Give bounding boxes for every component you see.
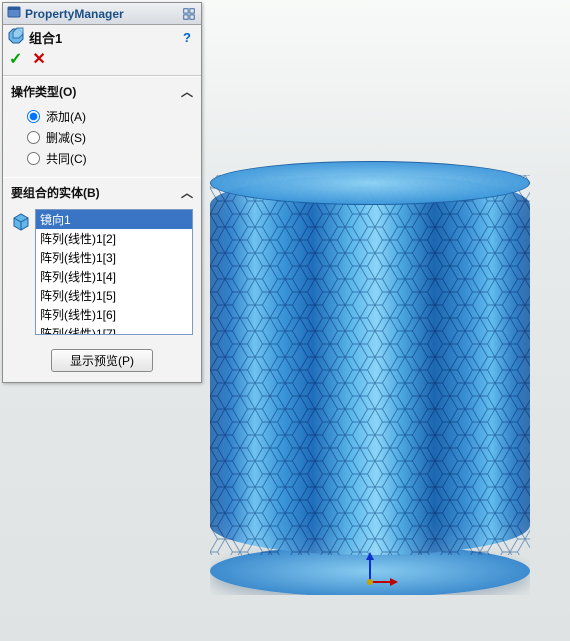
bodies-header[interactable]: 要组合的实体(B) ︿ — [3, 178, 201, 205]
confirm-bar: ✓ ✕ — [3, 47, 201, 76]
panel-header: PropertyManager — [3, 3, 201, 25]
operation-common-radio[interactable] — [27, 152, 40, 165]
operation-type-section: 操作类型(O) ︿ 添加(A) 删减(S) 共同(C) — [3, 76, 201, 177]
operation-subtract-option[interactable]: 删减(S) — [27, 127, 193, 148]
operation-common-label: 共同(C) — [46, 150, 87, 167]
operation-subtract-radio[interactable] — [27, 131, 40, 144]
list-item[interactable]: 阵列(线性)1[2] — [36, 229, 192, 248]
ok-button[interactable]: ✓ — [9, 49, 22, 69]
model-preview — [210, 145, 530, 595]
list-item[interactable]: 阵列(线性)1[6] — [36, 305, 192, 324]
operation-type-header[interactable]: 操作类型(O) ︿ — [3, 77, 201, 104]
chevron-up-icon: ︿ — [181, 83, 193, 100]
list-item[interactable]: 阵列(线性)1[4] — [36, 267, 192, 286]
feature-name: 组合1 — [29, 28, 62, 47]
list-item[interactable]: 镜向1 — [36, 210, 192, 229]
cancel-button[interactable]: ✕ — [32, 49, 45, 69]
origin-triad-icon — [360, 552, 400, 592]
panel-caption-icon — [7, 5, 21, 22]
bodies-title: 要组合的实体(B) — [11, 184, 100, 201]
solid-body-icon — [11, 211, 31, 231]
panel-title: PropertyManager — [25, 7, 124, 21]
list-item[interactable]: 阵列(线性)1[3] — [36, 248, 192, 267]
help-icon[interactable]: ? — [179, 30, 195, 45]
operation-add-option[interactable]: 添加(A) — [27, 106, 193, 127]
operation-common-option[interactable]: 共同(C) — [27, 148, 193, 169]
feature-title-row: 组合1 ? — [3, 25, 201, 47]
combine-feature-icon — [7, 27, 25, 48]
chevron-up-icon: ︿ — [181, 184, 193, 201]
list-item[interactable]: 阵列(线性)1[5] — [36, 286, 192, 305]
bodies-listbox[interactable]: 镜向1阵列(线性)1[2]阵列(线性)1[3]阵列(线性)1[4]阵列(线性)1… — [35, 209, 193, 335]
operation-add-radio[interactable] — [27, 110, 40, 123]
pin-panel-button[interactable] — [181, 6, 197, 22]
operation-add-label: 添加(A) — [46, 108, 86, 125]
operation-subtract-label: 删减(S) — [46, 129, 86, 146]
property-manager-panel: PropertyManager 组合1 ? ✓ ✕ 操作类型(O) ︿ 添加(A… — [2, 2, 202, 383]
bodies-section: 要组合的实体(B) ︿ 镜向1阵列(线性)1[2]阵列(线性)1[3]阵列(线性… — [3, 177, 201, 382]
operation-type-title: 操作类型(O) — [11, 83, 76, 100]
show-preview-button[interactable]: 显示预览(P) — [51, 349, 153, 372]
list-item[interactable]: 阵列(线性)1[7] — [36, 324, 192, 335]
